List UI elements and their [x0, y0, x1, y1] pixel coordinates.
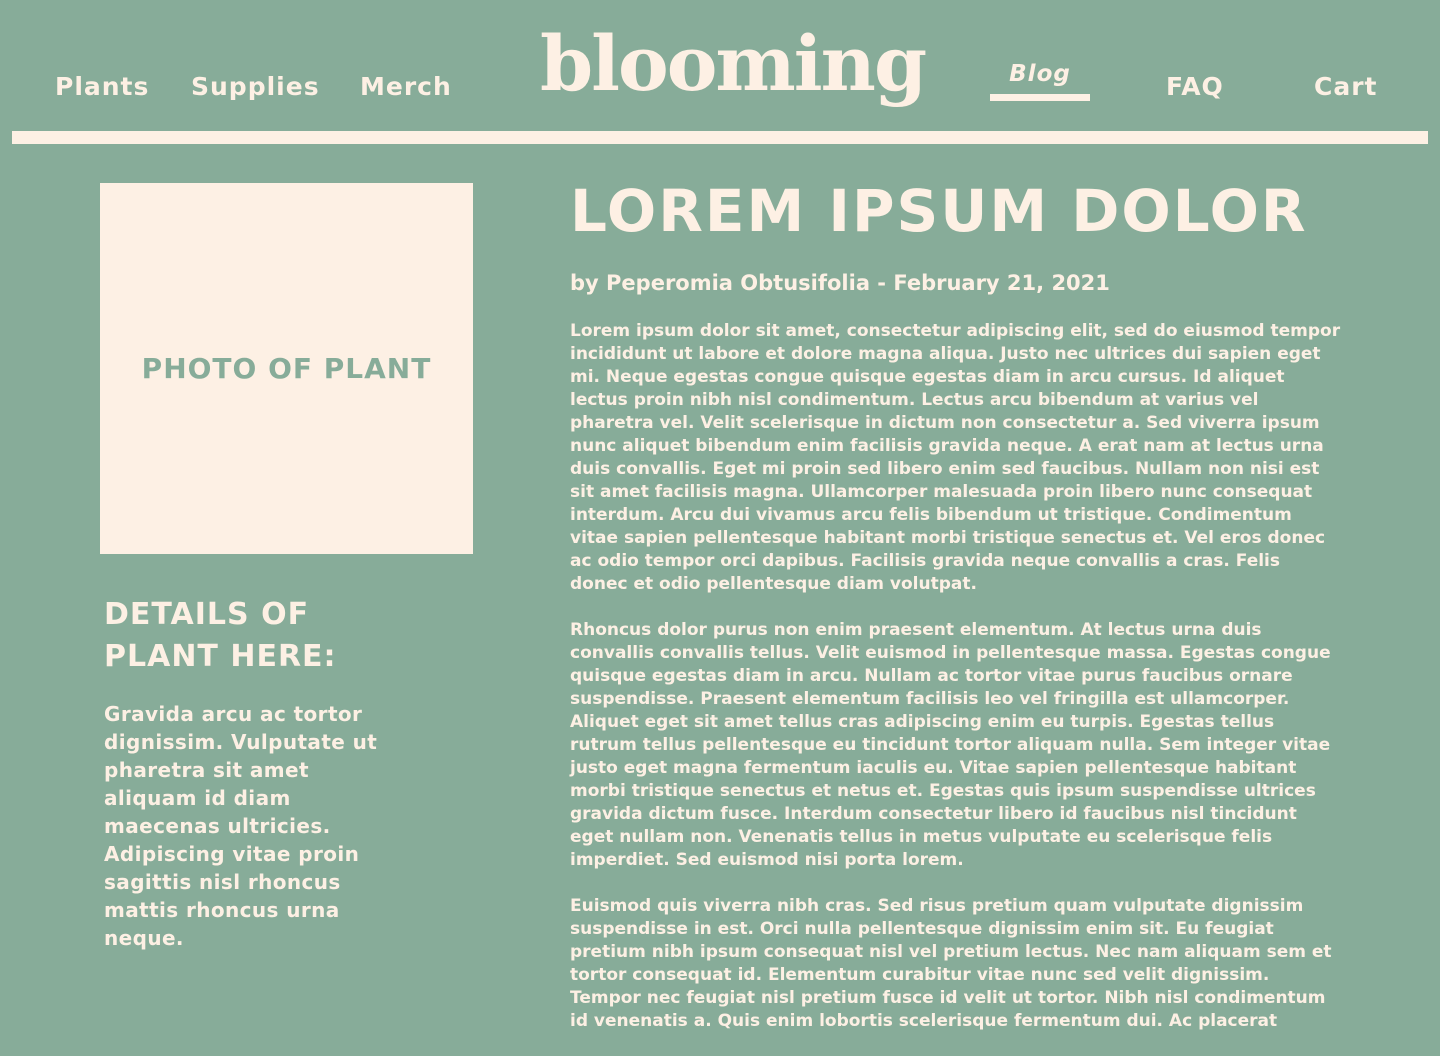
photo-placeholder-label: PHOTO OF PLANT	[141, 352, 432, 385]
nav-link-cart[interactable]: Cart	[1314, 72, 1378, 101]
article-paragraph: Euismod quis viverra nibh cras. Sed risu…	[570, 896, 1332, 1031]
plant-photo-placeholder: PHOTO OF PLANT	[100, 183, 473, 554]
nav-link-faq[interactable]: FAQ	[1166, 72, 1224, 101]
plant-details-heading: DETAILS OF PLANT HERE:	[104, 597, 337, 674]
site-logo[interactable]: blooming	[540, 22, 927, 106]
active-nav-indicator	[990, 94, 1090, 101]
header-divider	[12, 131, 1428, 144]
article-body: Lorem ipsum dolor sit amet, consectetur …	[570, 320, 1342, 1056]
nav-link-blog[interactable]: Blog	[990, 61, 1090, 87]
nav-link-plants[interactable]: Plants	[55, 72, 149, 101]
article-paragraph: Rhoncus dolor purus non enim praesent el…	[570, 620, 1331, 870]
nav-link-supplies[interactable]: Supplies	[191, 72, 320, 101]
nav-link-merch[interactable]: Merch	[360, 72, 452, 101]
article-byline: by Peperomia Obtusifolia - February 21, …	[570, 271, 1110, 295]
plant-details-text: Gravida arcu ac tortor dignissim. Vulput…	[104, 702, 378, 950]
article-title: LOREM IPSUM DOLOR	[570, 177, 1308, 245]
article-paragraph: Lorem ipsum dolor sit amet, consectetur …	[570, 321, 1341, 594]
